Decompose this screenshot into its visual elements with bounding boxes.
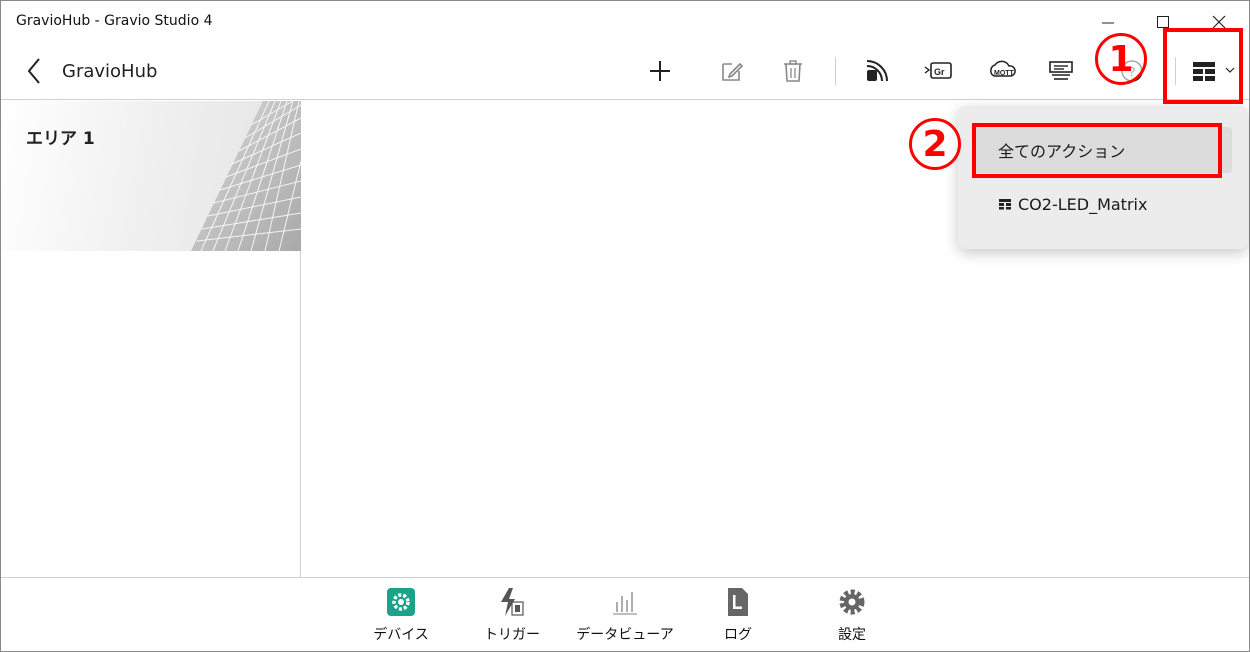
minimize-button[interactable] [1093, 9, 1123, 35]
log-document-icon [722, 586, 754, 618]
plus-icon [650, 61, 670, 81]
action-grid-icon [998, 198, 1012, 210]
minimize-icon [1102, 22, 1114, 24]
delete-button[interactable] [774, 53, 812, 89]
hub-name: GravioHub [62, 61, 158, 82]
edit-button[interactable] [713, 53, 751, 89]
nav-data-viewer[interactable]: データビューア [576, 586, 674, 648]
nav-label: トリガー [484, 627, 540, 643]
annotation-box-2 [972, 123, 1222, 178]
dropdown-item-co2-led-matrix[interactable]: CO2-LED_Matrix [974, 181, 1232, 227]
gr-device-button[interactable]: Gr [919, 53, 957, 89]
device-gear-icon [385, 586, 417, 618]
nav-triggers[interactable]: トリガー [467, 586, 557, 648]
svg-text:Gr: Gr [934, 67, 945, 77]
trigger-bolt-icon [496, 586, 528, 618]
nav-log[interactable]: ログ [693, 586, 783, 648]
window-title: GravioHub - Gravio Studio 4 [16, 13, 213, 29]
svg-text:MQTT: MQTT [994, 70, 1015, 77]
annotation-number-1: 1 [1095, 33, 1147, 85]
camera-device-button[interactable] [858, 53, 896, 89]
annotation-number-2: 2 [909, 118, 961, 170]
nav-settings[interactable]: 設定 [807, 586, 897, 648]
mqtt-icon: MQTT [990, 60, 1016, 77]
nav-label: 設定 [838, 627, 866, 643]
nav-label: データビューア [576, 627, 674, 643]
toolbar: GravioHub Gr MQTT ? [1, 43, 1249, 100]
dropdown-item-label: CO2-LED_Matrix [1018, 194, 1148, 214]
trash-icon [784, 60, 802, 82]
back-button[interactable] [19, 53, 49, 89]
settings-gear-icon [836, 586, 868, 618]
close-icon [1212, 15, 1226, 29]
back-arrow-icon [27, 58, 40, 84]
camera-device-icon [866, 60, 888, 82]
app-window: GravioHub - Gravio Studio 4 GravioHub Gr… [0, 0, 1250, 652]
title-bar: GravioHub - Gravio Studio 4 [1, 1, 1249, 43]
nav-label: デバイス [373, 627, 429, 643]
bar-chart-icon [609, 586, 641, 618]
area-label: エリア 1 [26, 129, 95, 149]
area-card[interactable]: エリア 1 [1, 101, 301, 251]
nav-devices[interactable]: デバイス [356, 586, 446, 648]
toolbar-separator [835, 57, 836, 85]
layers-icon [1049, 61, 1073, 80]
bottom-navigation: デバイス トリガー データビューア ログ 設定 [1, 577, 1249, 651]
maximize-icon [1157, 16, 1169, 28]
gr-device-icon: Gr [924, 62, 952, 79]
area-panel: エリア 1 [1, 101, 301, 577]
nav-label: ログ [724, 627, 752, 643]
add-button[interactable] [641, 53, 679, 89]
mqtt-button[interactable]: MQTT [983, 53, 1021, 89]
annotation-box-1 [1163, 28, 1243, 104]
edit-icon [722, 62, 744, 81]
layers-button[interactable] [1042, 53, 1080, 89]
